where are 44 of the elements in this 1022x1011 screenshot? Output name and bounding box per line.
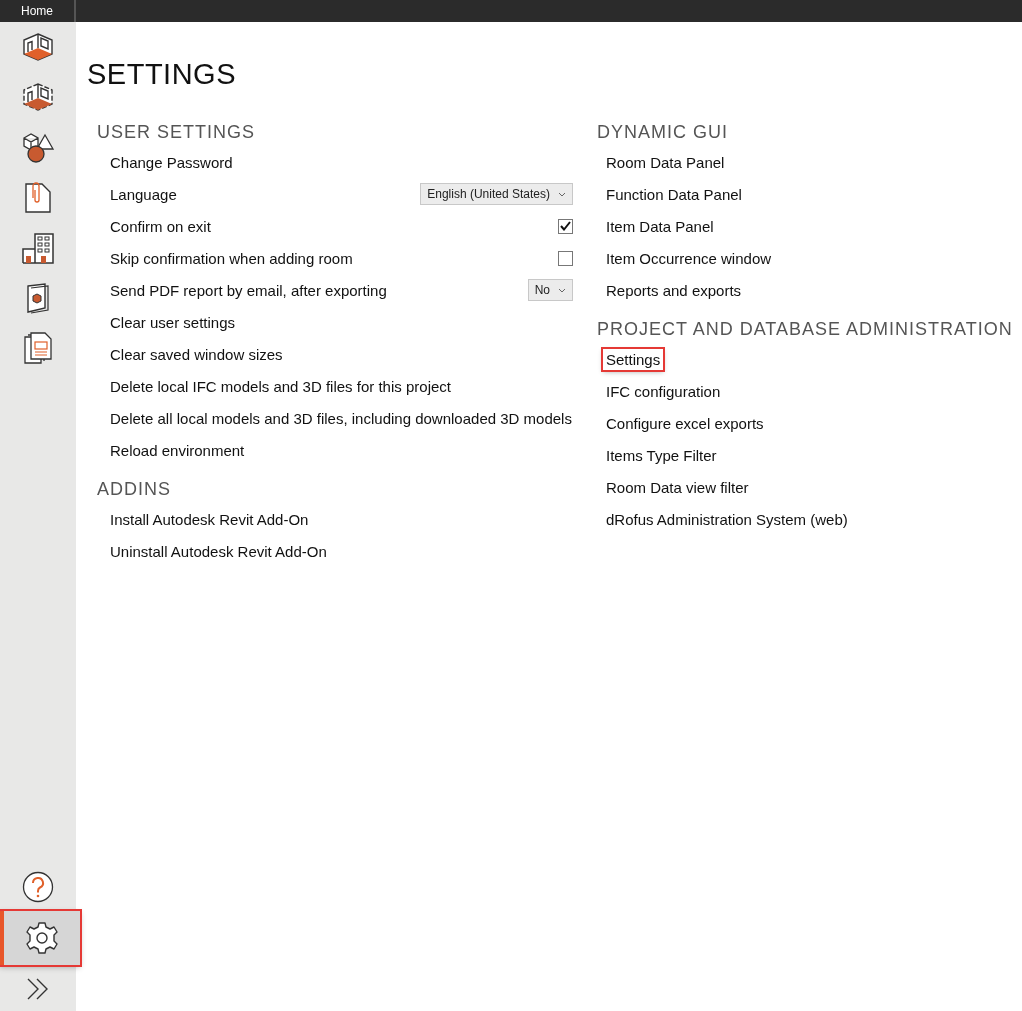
checkbox[interactable] [558, 250, 573, 266]
setting-label: Language [109, 184, 178, 205]
settings-link[interactable]: Room Data Panel [603, 151, 728, 173]
room-icon [22, 82, 54, 114]
settings-link[interactable]: Function Data Panel [603, 183, 745, 205]
settings-link[interactable]: Items Type Filter [603, 444, 720, 466]
chevron-down-icon [558, 191, 566, 197]
dropdown[interactable]: No [527, 279, 573, 301]
sidebar-button[interactable] [0, 911, 80, 965]
settings-link[interactable]: Install Autodesk Revit Add-On [107, 508, 312, 530]
settings-link[interactable]: IFC configuration [603, 380, 724, 402]
settings-link[interactable]: Clear user settings [107, 311, 239, 333]
settings-link[interactable]: Uninstall Autodesk Revit Add-On [107, 540, 330, 562]
settings-link[interactable]: Configure excel exports [603, 412, 767, 434]
settings-icon [25, 921, 59, 955]
setting-label: Send PDF report by email, after exporting [109, 280, 388, 301]
settings-link[interactable]: Reports and exports [603, 279, 745, 301]
room-icon [22, 32, 54, 64]
settings-link[interactable]: Item Data Panel [603, 215, 717, 237]
shapes-icon [21, 131, 55, 165]
documents-icon [23, 331, 53, 365]
settings-link[interactable]: dRofus Administration System (web) [603, 508, 851, 530]
settings-link[interactable]: Change Password [107, 151, 236, 173]
settings-link[interactable]: Delete local IFC models and 3D files for this project [107, 375, 454, 397]
page-title: SETTINGS [87, 58, 237, 91]
setting-label: Skip confirmation when adding room [109, 248, 354, 269]
document-clip-icon [24, 182, 52, 214]
help-icon [22, 871, 54, 903]
building-icon [21, 231, 55, 265]
settings-link[interactable]: Settings [603, 348, 664, 370]
chevron-down-icon [558, 287, 566, 293]
checkbox[interactable] [558, 218, 573, 234]
settings-link[interactable]: Delete all local models and 3D files, including downloaded 3D models [107, 407, 575, 429]
section-heading: DYNAMIC GUI [597, 121, 729, 144]
book-cube-icon [25, 282, 51, 314]
setting-label: Confirm on exit [109, 216, 212, 237]
section-heading: ADDINS [97, 478, 172, 501]
settings-link[interactable]: Reload environment [107, 439, 248, 461]
section-heading: PROJECT AND DATABASE ADMINISTRATION [597, 318, 1014, 341]
section-heading: USER SETTINGS [97, 121, 257, 144]
settings-link[interactable]: Room Data view filter [603, 476, 752, 498]
settings-link[interactable]: Item Occurrence window [603, 247, 775, 269]
settings-link[interactable]: Clear saved window sizes [107, 343, 286, 365]
dropdown[interactable]: English (United States) [420, 183, 573, 205]
